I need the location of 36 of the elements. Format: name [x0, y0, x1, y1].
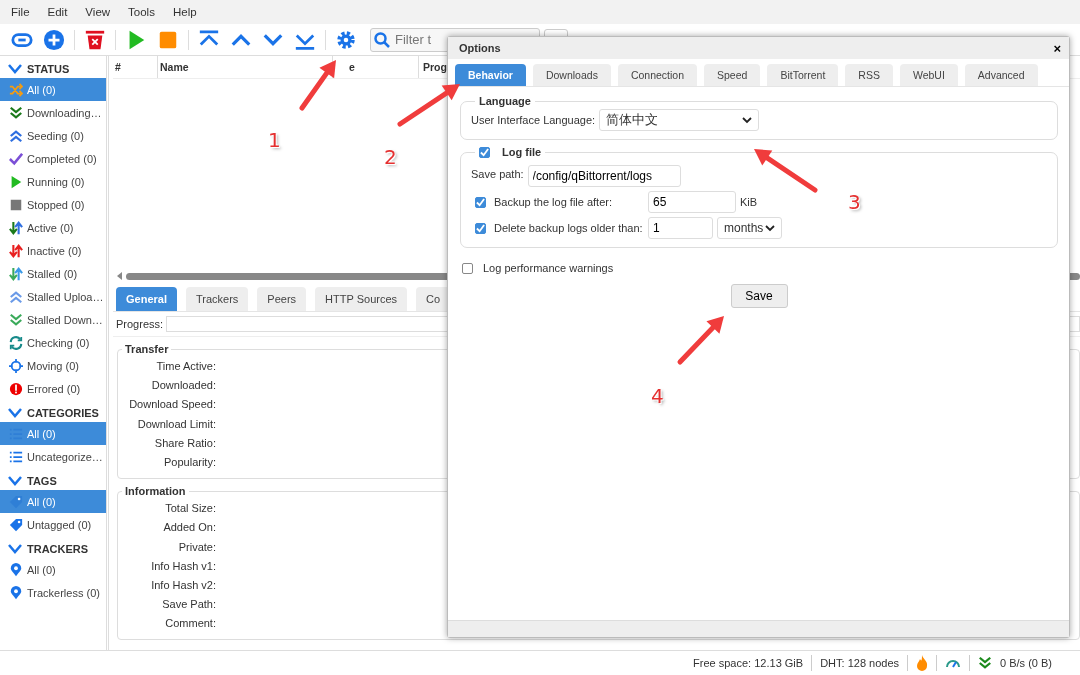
field-label: Total Size: [164, 501, 216, 517]
group-title: Log file [502, 146, 542, 158]
field-label: Time Active: [155, 359, 216, 374]
checkbox-label: Log performance warnings [483, 262, 614, 274]
field-label: Save path: [471, 167, 524, 180]
field-label: Comment: [164, 616, 216, 632]
field-label: User Interface Language: [471, 114, 596, 126]
field-label: Progress: [116, 318, 164, 330]
free-space-text: Free space: 12.13 GiB [693, 657, 804, 669]
field-label: Download Limit: [136, 416, 216, 432]
section-title: TAGS [27, 474, 57, 487]
field-label: Popularity: [163, 454, 216, 470]
field-label: Private: [177, 539, 216, 555]
download-speed-text: 0 B/s (0 B) [1000, 657, 1052, 669]
panel-title: Information [124, 485, 187, 498]
annotation-number: 2 [384, 145, 397, 169]
field-label: Info Hash v2: [150, 577, 216, 593]
checkbox-label: Backup the log file after: [494, 196, 613, 208]
group-title: Language [478, 95, 532, 107]
panel-title: Transfer [124, 343, 170, 355]
dht-text: DHT: 128 nodes [820, 657, 900, 669]
section-title: STATUS [27, 62, 70, 75]
field-label: Save Path: [161, 597, 216, 613]
annotation-number: 4 [651, 384, 664, 408]
annotation-number: 3 [848, 190, 861, 214]
field-label: Downloaded: [150, 378, 216, 394]
dialog-title: Options [459, 42, 501, 54]
field-label: Added On: [162, 520, 216, 536]
annotation-number: 1 [268, 128, 281, 152]
checkbox-label: Delete backup logs older than: [494, 222, 644, 234]
field-label: Download Speed: [128, 397, 216, 413]
section-title: CATEGORIES [27, 406, 99, 419]
field-label: Share Ratio: [153, 435, 216, 451]
unit-label: KiB [740, 196, 758, 208]
section-title: TRACKERS [27, 542, 89, 555]
field-label: Info Hash v1: [150, 558, 216, 574]
